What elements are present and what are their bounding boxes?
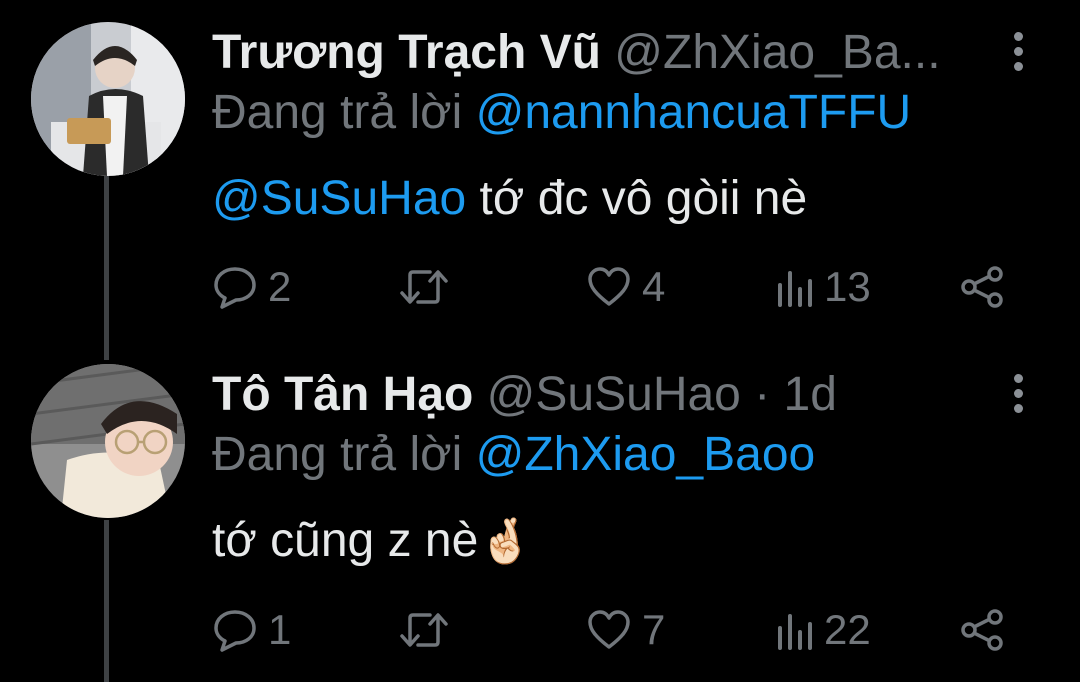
tweet-text: tớ cũng z nè🤞🏻 [212, 510, 533, 573]
replying-to: Đang trả lời @nannhancuaTFFU [212, 82, 911, 144]
views-icon [774, 610, 814, 650]
reply-button[interactable]: 2 [212, 257, 291, 317]
replying-to-mention[interactable]: @ZhXiao_Baoo [476, 428, 816, 481]
crossed-fingers-emoji: 🤞🏻 [478, 517, 534, 566]
tweet-text: @SuSuHao tớ đc vô gòii nè [212, 168, 807, 230]
replying-prefix: Đang trả lời [212, 86, 463, 139]
replying-to: Đang trả lời @ZhXiao_Baoo [212, 424, 815, 486]
retweet-icon [398, 608, 450, 652]
more-icon[interactable] [1012, 374, 1024, 424]
user-handle[interactable]: @ZhXiao_Ba... [614, 26, 940, 79]
reply-icon [212, 608, 258, 652]
share-icon [960, 265, 1004, 309]
views-count: 13 [824, 263, 871, 310]
user-handle[interactable]: @SuSuHao · 1d [487, 368, 837, 421]
tweet-header: Tô Tân Hạo @SuSuHao · 1d [212, 364, 1000, 426]
views-count: 22 [824, 606, 871, 653]
share-button[interactable] [960, 600, 1004, 660]
like-icon [586, 609, 632, 651]
text-body: tớ cũng z nè [212, 514, 479, 567]
avatar[interactable] [31, 364, 185, 518]
text-body: tớ đc vô gòii nè [466, 172, 808, 225]
tweet-actions: 1 7 22 [212, 600, 1012, 660]
share-button[interactable] [960, 257, 1004, 317]
like-count: 4 [642, 263, 666, 310]
views-icon [774, 267, 814, 307]
text-mention[interactable]: @SuSuHao [212, 172, 466, 225]
like-count: 7 [642, 606, 666, 653]
tweet-2[interactable]: Tô Tân Hạo @SuSuHao · 1d Đang trả lời @Z… [0, 364, 1080, 664]
tweet-actions: 2 4 13 [212, 257, 1012, 317]
avatar[interactable] [31, 22, 185, 176]
reply-button[interactable]: 1 [212, 600, 291, 660]
user-name[interactable]: Trương Trạch Vũ [212, 26, 601, 79]
more-icon[interactable] [1012, 32, 1024, 82]
like-button[interactable]: 4 [586, 257, 665, 317]
share-icon [960, 608, 1004, 652]
user-name[interactable]: Tô Tân Hạo [212, 368, 473, 421]
tweet-1[interactable]: Trương Trạch Vũ @ZhXiao_Ba... Đang trả l… [0, 22, 1080, 322]
retweet-icon [398, 265, 450, 309]
like-icon [586, 266, 632, 308]
views-button[interactable]: 13 [774, 257, 871, 317]
like-button[interactable]: 7 [586, 600, 665, 660]
replying-prefix: Đang trả lời [212, 428, 463, 481]
retweet-button[interactable] [398, 600, 460, 660]
retweet-button[interactable] [398, 257, 460, 317]
reply-count: 1 [268, 606, 292, 653]
reply-icon [212, 265, 258, 309]
views-button[interactable]: 22 [774, 600, 871, 660]
tweet-header: Trương Trạch Vũ @ZhXiao_Ba... [212, 22, 1000, 84]
replying-to-mention[interactable]: @nannhancuaTFFU [476, 86, 912, 139]
reply-count: 2 [268, 263, 292, 310]
